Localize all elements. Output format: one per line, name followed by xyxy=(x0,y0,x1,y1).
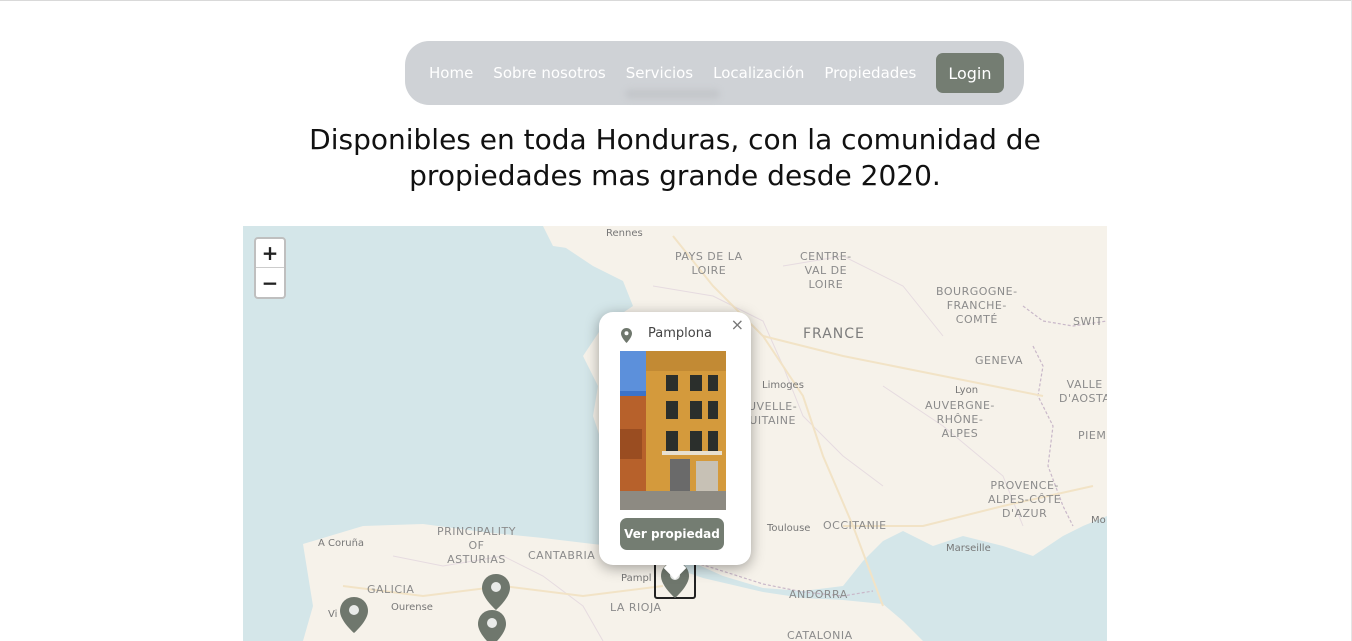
map-marker[interactable] xyxy=(340,597,368,633)
map-pin-icon xyxy=(478,610,506,641)
popup-close-button[interactable]: × xyxy=(731,315,744,334)
navbar-shadow xyxy=(625,89,720,99)
view-property-button[interactable]: Ver propiedad xyxy=(620,518,724,550)
nav-home-link[interactable]: Home xyxy=(429,64,473,82)
popup-title: Pamplona xyxy=(648,326,712,341)
headline-line-1: Disponibles en toda Honduras, con la com… xyxy=(309,123,1041,156)
map-label-asturias: PRINCIPALITY OF ASTURIAS xyxy=(437,525,516,566)
map-label-centre-val-de-loire: CENTRE- VAL DE LOIRE xyxy=(800,250,852,291)
map-pin-icon xyxy=(340,597,368,633)
property-photo xyxy=(620,351,726,510)
map-label-provence: PROVENCE- ALPES-CÔTE D'AZUR xyxy=(988,479,1062,520)
map-label-catalonia: CATALONIA xyxy=(787,629,853,641)
map-label-pamplona: Pampl xyxy=(621,573,652,584)
zoom-out-button[interactable]: − xyxy=(256,268,284,297)
map-label-geneva: GENEVA xyxy=(975,354,1023,367)
map-label-limoges: Limoges xyxy=(762,380,804,391)
map-label-occitanie: OCCITANIE xyxy=(823,519,887,532)
map-label-switzerland: SWIT xyxy=(1073,315,1103,328)
map-label-nouvelle-aquitaine: UVELLE- UITAINE xyxy=(748,400,798,427)
map-label-france: FRANCE xyxy=(803,326,865,342)
map-label-vigo: Vi xyxy=(328,609,338,620)
zoom-in-button[interactable]: + xyxy=(256,239,284,268)
headline-line-2: propiedades mas grande desde 2020. xyxy=(409,159,941,192)
map-label-pays-de-la-loire: PAYS DE LA LOIRE xyxy=(675,250,743,277)
map-label-piemonte: PIEM xyxy=(1078,429,1107,442)
zoom-control: + − xyxy=(254,237,286,299)
map-label-marseille: Marseille xyxy=(946,543,991,554)
map-label-a-coruna: A Coruña xyxy=(318,538,365,549)
page-headline: Disponibles en toda Honduras, con la com… xyxy=(243,122,1107,194)
map-label-bourgogne: BOURGOGNE- FRANCHE- COMTÉ xyxy=(936,285,1018,326)
map-pin-icon xyxy=(482,574,510,610)
map-label-galicia: GALICIA xyxy=(367,583,415,596)
nav-about-link[interactable]: Sobre nosotros xyxy=(493,64,605,82)
map-label-auvergne: AUVERGNE- RHÔNE- ALPES xyxy=(925,399,995,440)
map-label-rennes: Rennes xyxy=(606,228,643,239)
login-button[interactable]: Login xyxy=(936,53,1004,93)
property-map[interactable]: Rennes PAYS DE LA LOIRE CENTRE- VAL DE L… xyxy=(243,226,1107,641)
map-label-lyon: Lyon xyxy=(955,385,979,396)
nav-properties-link[interactable]: Propiedades xyxy=(824,64,916,82)
map-marker[interactable] xyxy=(482,574,510,610)
map-label-cantabria: CANTABRIA xyxy=(528,549,596,562)
nav-location-link[interactable]: Localización xyxy=(713,64,804,82)
property-photo-illustration xyxy=(620,351,726,510)
map-label-toulouse: Toulouse xyxy=(767,523,811,534)
map-label-la-rioja: LA RIOJA xyxy=(610,601,662,614)
top-border xyxy=(0,0,1352,1)
property-popup: × Pamplona Ver propiedad xyxy=(599,312,751,580)
map-label-ourense: Ourense xyxy=(391,602,433,613)
map-marker[interactable] xyxy=(478,610,506,641)
map-label-mo: Mo xyxy=(1091,515,1106,526)
location-pin-icon xyxy=(621,328,632,343)
nav-services-link[interactable]: Servicios xyxy=(626,64,693,82)
map-label-valle-daosta: VALLE D'AOSTA xyxy=(1059,378,1107,405)
map-label-andorra: ANDORRA xyxy=(789,588,848,601)
